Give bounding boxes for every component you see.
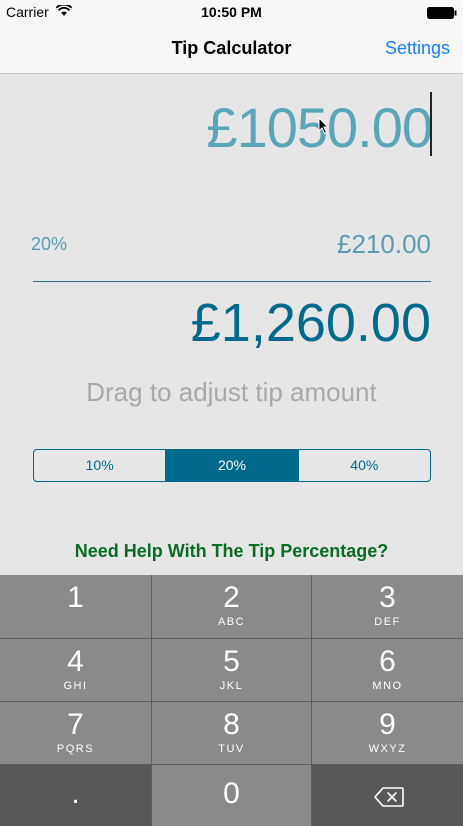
key-letters: WXYZ	[368, 743, 407, 755]
key-digit: 3	[379, 581, 396, 614]
key-letters: ABC	[217, 616, 246, 628]
settings-button[interactable]: Settings	[385, 38, 450, 59]
backspace-icon	[374, 787, 404, 807]
key-digit: 2	[223, 581, 240, 614]
key-digit: 9	[379, 708, 396, 741]
key-digit: 0	[223, 777, 240, 810]
key-6[interactable]: 6 MNO	[312, 639, 463, 701]
key-letters: JKL	[219, 680, 244, 692]
key-letters: DEF	[374, 616, 401, 628]
text-caret	[430, 92, 432, 156]
key-7[interactable]: 7 PQRS	[0, 702, 151, 764]
status-bar: Carrier 10:50 PM	[0, 0, 463, 26]
navigation-bar: Tip Calculator Settings	[0, 26, 463, 74]
key-letters: MNO	[372, 680, 403, 692]
key-digit: .	[71, 777, 80, 810]
key-letters: TUV	[218, 743, 245, 755]
key-3[interactable]: 3 DEF	[312, 575, 463, 638]
key-5[interactable]: 5 JKL	[152, 639, 311, 701]
key-digit: 8	[223, 708, 240, 741]
segment-20-percent[interactable]: 20%	[165, 450, 298, 481]
backspace-key[interactable]	[312, 765, 463, 826]
battery-icon	[427, 7, 457, 19]
key-digit: 5	[223, 645, 240, 678]
key-9[interactable]: 9 WXYZ	[312, 702, 463, 764]
key-0[interactable]: 0	[152, 765, 311, 826]
drag-hint-text[interactable]: Drag to adjust tip amount	[0, 377, 463, 408]
numeric-keypad: 1 2 ABC 3 DEF 4 GHI 5 JKL 6 MNO 7 PQRS 8…	[0, 575, 463, 826]
key-digit: 7	[67, 708, 84, 741]
key-digit: 4	[67, 645, 84, 678]
key-digit: 1	[67, 581, 84, 614]
segment-40-percent[interactable]: 40%	[297, 450, 430, 481]
key-letters: GHI	[63, 680, 88, 692]
segment-10-percent[interactable]: 10%	[34, 450, 165, 481]
tip-percent-label: 20%	[31, 234, 68, 254]
key-2[interactable]: 2 ABC	[152, 575, 311, 638]
total-amount-value: £1,260.00	[190, 293, 431, 353]
key-8[interactable]: 8 TUV	[152, 702, 311, 764]
tip-help-link[interactable]: Need Help With The Tip Percentage?	[0, 541, 463, 562]
divider	[33, 281, 431, 282]
key-1[interactable]: 1	[0, 575, 151, 638]
key-letters: PQRS	[56, 743, 95, 755]
key-4[interactable]: 4 GHI	[0, 639, 151, 701]
key-digit: 6	[379, 645, 396, 678]
key-decimal-point[interactable]: .	[0, 765, 151, 826]
status-time: 10:50 PM	[201, 4, 262, 20]
mouse-pointer-icon	[318, 117, 330, 135]
tip-amount-value: £210.00	[337, 229, 431, 259]
tip-percentage-segmented-control: 10% 20% 40%	[33, 449, 431, 482]
bill-amount-input[interactable]: £1050.00	[150, 95, 433, 163]
